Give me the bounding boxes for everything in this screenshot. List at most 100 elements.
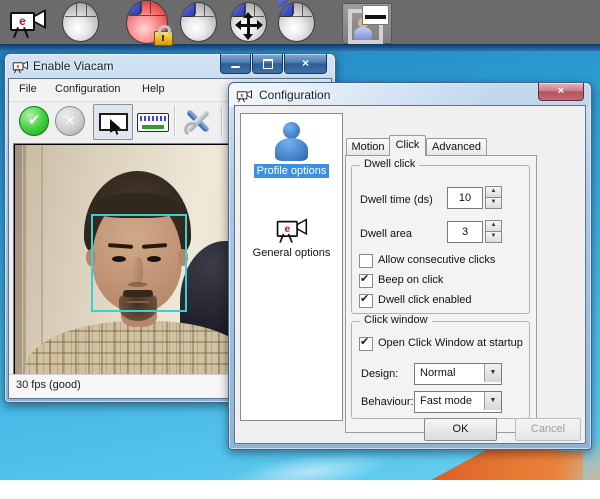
chevron-down-icon: ▼: [485, 364, 501, 381]
dwell-time-down-button[interactable]: ▼: [485, 197, 502, 209]
enable-tracking-button[interactable]: ✔: [19, 106, 49, 136]
maximize-button[interactable]: [252, 54, 283, 74]
dwell-area-spinner: ▲ ▼: [485, 220, 500, 242]
ok-button[interactable]: OK: [424, 418, 497, 441]
dialog-titlebar[interactable]: e Configuration ×: [229, 83, 591, 107]
fps-status: 30 fps (good): [16, 379, 81, 391]
behaviour-dropdown[interactable]: Fast mode ▼: [414, 391, 502, 413]
person-icon: [272, 122, 312, 162]
general-options-label: General options: [250, 246, 334, 260]
toolbar-separator2: [221, 106, 223, 136]
stop-tracking-button[interactable]: ✕: [55, 106, 85, 136]
no-click-mouse-button[interactable]: [62, 2, 99, 42]
wallpaper-dark-band: [0, 44, 600, 51]
minimize-icon: [231, 66, 240, 68]
window-icon: [362, 5, 389, 25]
sidebar-item-profile-options[interactable]: Profile options: [241, 122, 342, 178]
face-tracker-rectangle: [91, 214, 187, 312]
options-list: Profile options e General options: [240, 113, 343, 421]
click-window-group: Click window ✔ Open Click Window at star…: [351, 321, 530, 419]
main-titlebar[interactable]: e Enable Viacam ×: [5, 54, 335, 78]
allow-consecutive-clicks-checkbox[interactable]: [359, 254, 373, 268]
dwell-click-enabled-checkbox[interactable]: ✔: [359, 294, 373, 308]
beep-on-click-checkbox[interactable]: ✔: [359, 274, 373, 288]
design-label: Design:: [361, 368, 398, 380]
double-click-mouse-button[interactable]: [278, 2, 315, 42]
design-dropdown-button[interactable]: ▼: [484, 364, 501, 382]
wrench-screwdriver-icon: [183, 106, 213, 136]
dwell-area-down-button[interactable]: ▼: [485, 231, 502, 243]
menu-configuration[interactable]: Configuration: [55, 83, 120, 95]
drag-cross-icon: [238, 15, 260, 37]
eviacam-app-icon: e: [12, 59, 30, 74]
user-body-icon: [354, 27, 372, 40]
menu-file[interactable]: File: [19, 83, 37, 95]
dwell-click-group: Dwell click Dwell time (ds) 10 ▲ ▼ Dwell…: [351, 165, 530, 314]
keyboard-icon: [137, 113, 169, 132]
dwell-time-label: Dwell time (ds): [360, 194, 433, 206]
dwell-click-enabled-row: ✔ Dwell click enabled: [359, 294, 524, 308]
left-click-mouse-button[interactable]: [180, 2, 217, 42]
allow-consecutive-clicks-label: Allow consecutive clicks: [378, 254, 495, 266]
dwell-time-input[interactable]: 10: [447, 187, 483, 209]
up-arrow-icon: ▲: [486, 187, 501, 196]
double-click-mouse-icon: [278, 2, 315, 42]
sidebar-item-general-options[interactable]: e General options: [241, 214, 342, 260]
beep-on-click-label: Beep on click: [378, 274, 443, 286]
locked-left-click-mouse-button[interactable]: [126, 0, 168, 44]
tab-motion[interactable]: Motion: [346, 138, 390, 155]
locked-left-click-mouse-icon: [126, 0, 168, 44]
tab-advanced[interactable]: Advanced: [426, 138, 487, 155]
check-icon: ✔: [28, 112, 41, 129]
dialog-client: Profile options e General options Motion…: [234, 105, 586, 444]
dwell-click-enabled-label: Dwell click enabled: [378, 294, 472, 306]
onscreen-keyboard-button[interactable]: [133, 104, 171, 138]
wallpaper-light-streak: [229, 445, 392, 498]
dialog-close-button[interactable]: ×: [538, 83, 584, 101]
drag-mouse-button[interactable]: [230, 2, 267, 42]
open-click-window-checkbox[interactable]: ✔: [359, 337, 373, 351]
door-edge: [15, 145, 22, 374]
click-window-dock: e: [0, 0, 600, 44]
profile-options-label: Profile options: [254, 164, 330, 178]
tab-click[interactable]: Click: [389, 135, 426, 156]
up-arrow-icon: ▲: [486, 221, 501, 230]
dwell-area-label: Dwell area: [360, 228, 412, 240]
chevron-down-icon: ▼: [485, 392, 501, 409]
click-tab-panel: Dwell click Dwell time (ds) 10 ▲ ▼ Dwell…: [345, 155, 537, 433]
behaviour-value: Fast mode: [420, 395, 472, 407]
settings-button[interactable]: [179, 104, 217, 138]
toolbar-separator: [174, 106, 176, 136]
dialog-title: Configuration: [259, 88, 330, 102]
behaviour-label: Behaviour:: [361, 396, 414, 408]
click-window-toggle-button[interactable]: [93, 104, 133, 140]
design-dropdown[interactable]: Normal ▼: [414, 363, 502, 385]
beep-on-click-row: ✔ Beep on click: [359, 274, 524, 288]
menu-help[interactable]: Help: [142, 83, 165, 95]
door-frame-line2: [41, 145, 43, 374]
desktop: e: [0, 0, 600, 480]
maximize-icon: [263, 59, 273, 69]
show-main-window-button[interactable]: [342, 3, 392, 44]
dwell-time-spinner: ▲ ▼: [485, 186, 500, 208]
close-button[interactable]: ×: [284, 54, 327, 74]
open-click-window-row: ✔ Open Click Window at startup: [359, 337, 524, 351]
allow-consecutive-clicks-row: Allow consecutive clicks: [359, 254, 524, 268]
click-window-legend: Click window: [360, 314, 432, 326]
eviacam-logo-icon: e: [8, 4, 48, 40]
dwell-click-legend: Dwell click: [360, 158, 419, 170]
open-click-window-label: Open Click Window at startup: [378, 337, 523, 349]
configuration-dialog: e Configuration × Profile options e: [228, 82, 592, 450]
left-click-mouse-icon: [180, 2, 217, 42]
drag-mouse-icon: [230, 2, 267, 42]
logo-letter: e: [12, 14, 33, 28]
down-arrow-icon: ▼: [486, 232, 501, 241]
minimize-button[interactable]: [220, 54, 251, 74]
dwell-area-input[interactable]: 3: [447, 221, 483, 243]
eviacam-camera-icon: e: [275, 214, 309, 244]
door-frame-line: [23, 145, 26, 374]
down-arrow-icon: ▼: [486, 198, 501, 207]
design-value: Normal: [420, 367, 455, 379]
behaviour-dropdown-button[interactable]: ▼: [484, 392, 501, 410]
dialog-close-icon: ×: [539, 83, 583, 99]
